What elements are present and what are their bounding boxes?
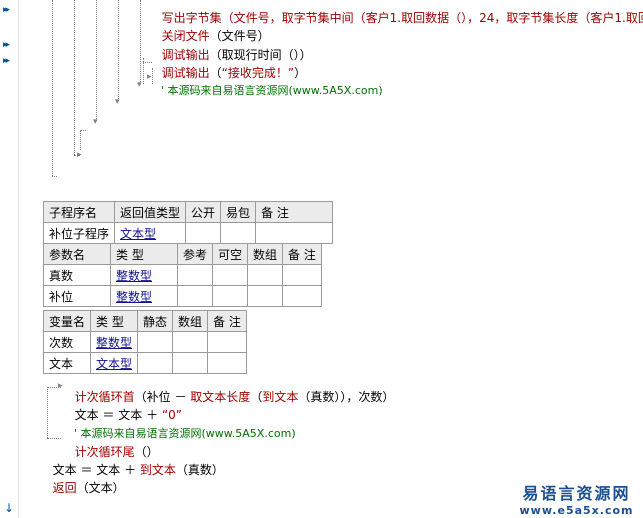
function-name: 返回 <box>52 481 77 495</box>
code-line-append-zero[interactable]: 文本 ＝ 文本 ＋ “0” <box>67 394 182 422</box>
subroutine-table: 子程序名 返回值类型 公开 易包 备 注 补位子程序 文本型 <box>42 201 334 244</box>
code-line-loop-head[interactable]: 计次循环首（补位 － 取文本长度（到文本（真数）），次数） <box>67 376 395 404</box>
function-args: （ <box>250 390 263 404</box>
type-link[interactable]: 文本型 <box>120 227 156 241</box>
column-header: 类 型 <box>110 243 178 265</box>
var-type-cell[interactable]: 整数型 <box>90 331 139 353</box>
var-static-cell[interactable] <box>137 352 174 374</box>
remark-cell[interactable] <box>255 222 334 244</box>
code-line-append-number[interactable]: 文本 ＝ 文本 ＋ 到文本（真数） <box>45 449 224 477</box>
code-line-close-file[interactable]: 关闭文件（文件号） <box>154 15 270 43</box>
param-ref-cell[interactable] <box>176 264 214 286</box>
param-name-cell[interactable]: 补位 <box>43 285 111 307</box>
column-header: 子程序名 <box>42 201 116 223</box>
param-name-cell[interactable]: 真数 <box>43 264 111 286</box>
code-line-loop-tail[interactable]: 计次循环尾（） <box>67 431 159 459</box>
var-remark-cell[interactable] <box>207 352 247 374</box>
column-header: 类 型 <box>90 310 139 332</box>
watermark-title: 易语言资源网 <box>522 484 631 503</box>
param-array-cell[interactable] <box>247 285 284 307</box>
param-type-cell[interactable]: 整数型 <box>110 285 178 307</box>
column-header: 变量名 <box>42 310 92 332</box>
param-type-cell[interactable]: 整数型 <box>110 264 178 286</box>
watermark-logo: 易语言资源网 www.e5a5x.com <box>514 480 639 517</box>
column-header: 静态 <box>137 310 174 332</box>
column-header: 可空 <box>212 243 249 265</box>
function-name: 到文本 <box>139 463 176 477</box>
code-line-debug-time[interactable]: 调试输出（取现行时间（）） <box>154 34 312 62</box>
param-optional-cell[interactable] <box>212 264 249 286</box>
function-args: （真数）），次数） <box>298 390 395 404</box>
param-optional-cell[interactable] <box>212 285 249 307</box>
parameter-table: 参数名 类 型 参考 可空 数组 备 注 真数 整数型 补位 整数型 <box>43 243 322 307</box>
column-header: 数组 <box>172 310 209 332</box>
variable-table: 变量名 类 型 静态 数组 备 注 次数 整数型 文本 文本型 <box>42 310 247 374</box>
type-link[interactable]: 整数型 <box>96 336 132 350</box>
var-array-cell[interactable] <box>172 352 209 374</box>
var-static-cell[interactable] <box>137 331 174 353</box>
type-link[interactable]: 整数型 <box>116 269 152 283</box>
column-header: 备 注 <box>282 243 322 265</box>
type-link[interactable]: 整数型 <box>116 290 152 304</box>
code-line-write-bytes[interactable]: 写出字节集（文件号，取字节集中间（客户1.取回数据（），24，取字节集长度（客户… <box>154 0 643 25</box>
public-cell[interactable] <box>185 222 222 244</box>
comment-text: ' 本源码来自易语言资源网(www.5A5X.com) <box>161 84 383 97</box>
param-remark-cell[interactable] <box>282 285 322 307</box>
scroll-down-arrow-icon[interactable]: ↓ <box>4 501 14 515</box>
package-cell[interactable] <box>220 222 257 244</box>
var-name-cell[interactable]: 次数 <box>42 331 92 353</box>
breakpoint-arrow-icon[interactable]: ▸▸ <box>3 56 10 66</box>
column-header: 易包 <box>220 201 257 223</box>
var-name-cell[interactable]: 文本 <box>42 352 92 374</box>
watermark-url: www.e5a5x.com <box>519 504 634 517</box>
subroutine-name-cell[interactable]: 补位子程序 <box>42 222 116 244</box>
function-name: 到文本 <box>262 390 299 404</box>
var-remark-cell[interactable] <box>207 331 247 353</box>
function-args: （文本） <box>76 481 125 495</box>
column-header: 备 注 <box>207 310 247 332</box>
code-line-comment[interactable]: ' 本源码来自易语言资源网(www.5A5X.com) <box>67 413 296 440</box>
code-line-comment[interactable]: ' 本源码来自易语言资源网(www.5A5X.com) <box>154 70 383 97</box>
column-header: 公开 <box>185 201 222 223</box>
column-header: 返回值类型 <box>114 201 187 223</box>
column-header: 参数名 <box>43 243 111 265</box>
column-header: 备 注 <box>255 201 334 223</box>
function-args: （文件号，取字节集中间（客户1.取回数据（），24，取字节集长度（客户1.取回 <box>221 11 643 25</box>
column-header: 数组 <box>247 243 284 265</box>
function-name: 取文本长度 <box>190 390 251 404</box>
param-remark-cell[interactable] <box>282 264 322 286</box>
code-line-debug-done[interactable]: 调试输出（“接收完成！”） <box>154 52 306 80</box>
type-link[interactable]: 文本型 <box>96 357 132 371</box>
return-type-cell[interactable]: 文本型 <box>114 222 187 244</box>
breakpoint-arrow-icon[interactable]: ▸▸ <box>3 5 10 15</box>
var-array-cell[interactable] <box>172 331 209 353</box>
function-args: （真数） <box>175 463 224 477</box>
param-array-cell[interactable] <box>247 264 284 286</box>
breakpoint-arrow-icon[interactable]: ▸▸ <box>3 40 10 50</box>
column-header: 参考 <box>176 243 214 265</box>
param-ref-cell[interactable] <box>176 285 214 307</box>
code-line-return[interactable]: 返回（文本） <box>45 467 125 495</box>
var-type-cell[interactable]: 文本型 <box>90 352 139 374</box>
line-gutter: ▸▸ ▸▸ ▸▸ ↓ <box>0 0 19 518</box>
